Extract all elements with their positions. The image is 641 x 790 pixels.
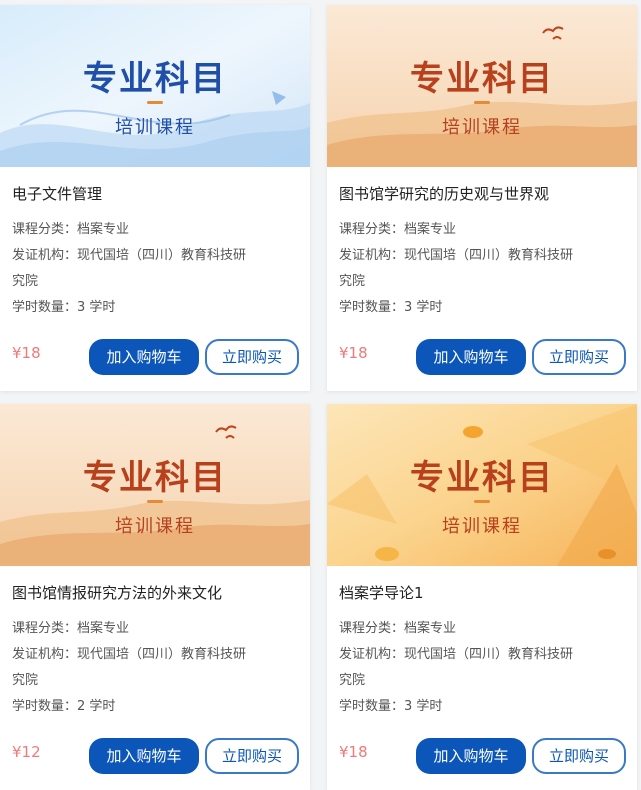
hours-value: 3 学时 [404,699,443,714]
issuer-value: 现代国培（四川）教育科技研 [77,647,247,662]
banner-title: 专业科目 [410,59,554,99]
course-price: ¥18 [339,344,368,362]
banner-divider [147,500,163,503]
course-title[interactable]: 档案学导论1 [339,582,424,603]
course-price: ¥18 [12,344,41,362]
banner-title: 专业科目 [83,59,227,99]
category-label: 课程分类： [339,222,405,237]
category-value: 档案专业 [404,621,457,636]
banner-subtitle: 培训课程 [442,117,522,138]
course-issuer: 发证机构：现代国培（四川）教育科技研究院 [12,642,298,694]
course-card[interactable]: 专业科目 培训课程 电子文件管理 课程分类：档案专业 发证机构：现代国培（四川）… [0,5,310,391]
buy-now-button[interactable]: 立即购买 [532,738,626,774]
issuer-label: 发证机构： [339,647,405,662]
add-to-cart-button[interactable]: 加入购物车 [89,738,199,774]
category-value: 档案专业 [404,222,457,237]
banner-subtitle: 培训课程 [115,516,195,537]
add-to-cart-button[interactable]: 加入购物车 [416,339,526,375]
add-to-cart-button[interactable]: 加入购物车 [89,339,199,375]
hours-value: 3 学时 [404,300,443,315]
course-card[interactable]: 专业科目 培训课程 图书馆学研究的历史观与世界观 课程分类：档案专业 发证机构：… [327,5,637,391]
banner-subtitle: 培训课程 [442,516,522,537]
course-category: 课程分类：档案专业 [12,217,298,243]
banner-subtitle: 培训课程 [115,117,195,138]
hours-label: 学时数量： [339,699,405,714]
course-banner-image[interactable]: 专业科目 培训课程 [327,404,637,566]
banner-title: 专业科目 [83,458,227,498]
course-title[interactable]: 图书馆学研究的历史观与世界观 [339,183,549,204]
course-issuer: 发证机构：现代国培（四川）教育科技研究院 [339,243,625,295]
banner-divider [147,101,163,104]
banner-divider [474,500,490,503]
banner-divider [474,101,490,104]
course-issuer: 发证机构：现代国培（四川）教育科技研究院 [339,642,625,694]
issuer-value-cont: 究院 [339,673,366,688]
banner-title: 专业科目 [410,458,554,498]
course-hours: 学时数量：3 学时 [339,694,625,720]
course-title[interactable]: 电子文件管理 [12,183,102,204]
issuer-label: 发证机构： [12,647,78,662]
category-label: 课程分类： [12,621,78,636]
issuer-value-cont: 究院 [12,274,39,289]
course-banner-image[interactable]: 专业科目 培训课程 [327,5,637,167]
course-title[interactable]: 图书馆情报研究方法的外来文化 [12,582,222,603]
issuer-value: 现代国培（四川）教育科技研 [77,248,247,263]
hours-label: 学时数量： [339,300,405,315]
issuer-label: 发证机构： [339,248,405,263]
course-category: 课程分类：档案专业 [339,616,625,642]
hours-value: 3 学时 [77,300,116,315]
course-banner-image[interactable]: 专业科目 培训课程 [0,5,310,167]
hours-value: 2 学时 [77,699,116,714]
hours-label: 学时数量： [12,300,78,315]
issuer-value-cont: 究院 [339,274,366,289]
course-banner-image[interactable]: 专业科目 培训课程 [0,404,310,566]
course-price: ¥12 [12,743,41,761]
issuer-value: 现代国培（四川）教育科技研 [404,647,574,662]
add-to-cart-button[interactable]: 加入购物车 [416,738,526,774]
course-hours: 学时数量：3 学时 [12,295,298,321]
course-card[interactable]: 专业科目 培训课程 图书馆情报研究方法的外来文化 课程分类：档案专业 发证机构：… [0,404,310,790]
buy-now-button[interactable]: 立即购买 [205,738,299,774]
course-issuer: 发证机构：现代国培（四川）教育科技研究院 [12,243,298,295]
course-hours: 学时数量：3 学时 [339,295,625,321]
category-label: 课程分类： [12,222,78,237]
course-category: 课程分类：档案专业 [339,217,625,243]
issuer-label: 发证机构： [12,248,78,263]
buy-now-button[interactable]: 立即购买 [205,339,299,375]
hours-label: 学时数量： [12,699,78,714]
course-price: ¥18 [339,743,368,761]
buy-now-button[interactable]: 立即购买 [532,339,626,375]
category-value: 档案专业 [77,621,130,636]
course-card[interactable]: 专业科目 培训课程 档案学导论1 课程分类：档案专业 发证机构：现代国培（四川）… [327,404,637,790]
course-hours: 学时数量：2 学时 [12,694,298,720]
course-category: 课程分类：档案专业 [12,616,298,642]
category-value: 档案专业 [77,222,130,237]
category-label: 课程分类： [339,621,405,636]
issuer-value: 现代国培（四川）教育科技研 [404,248,574,263]
issuer-value-cont: 究院 [12,673,39,688]
